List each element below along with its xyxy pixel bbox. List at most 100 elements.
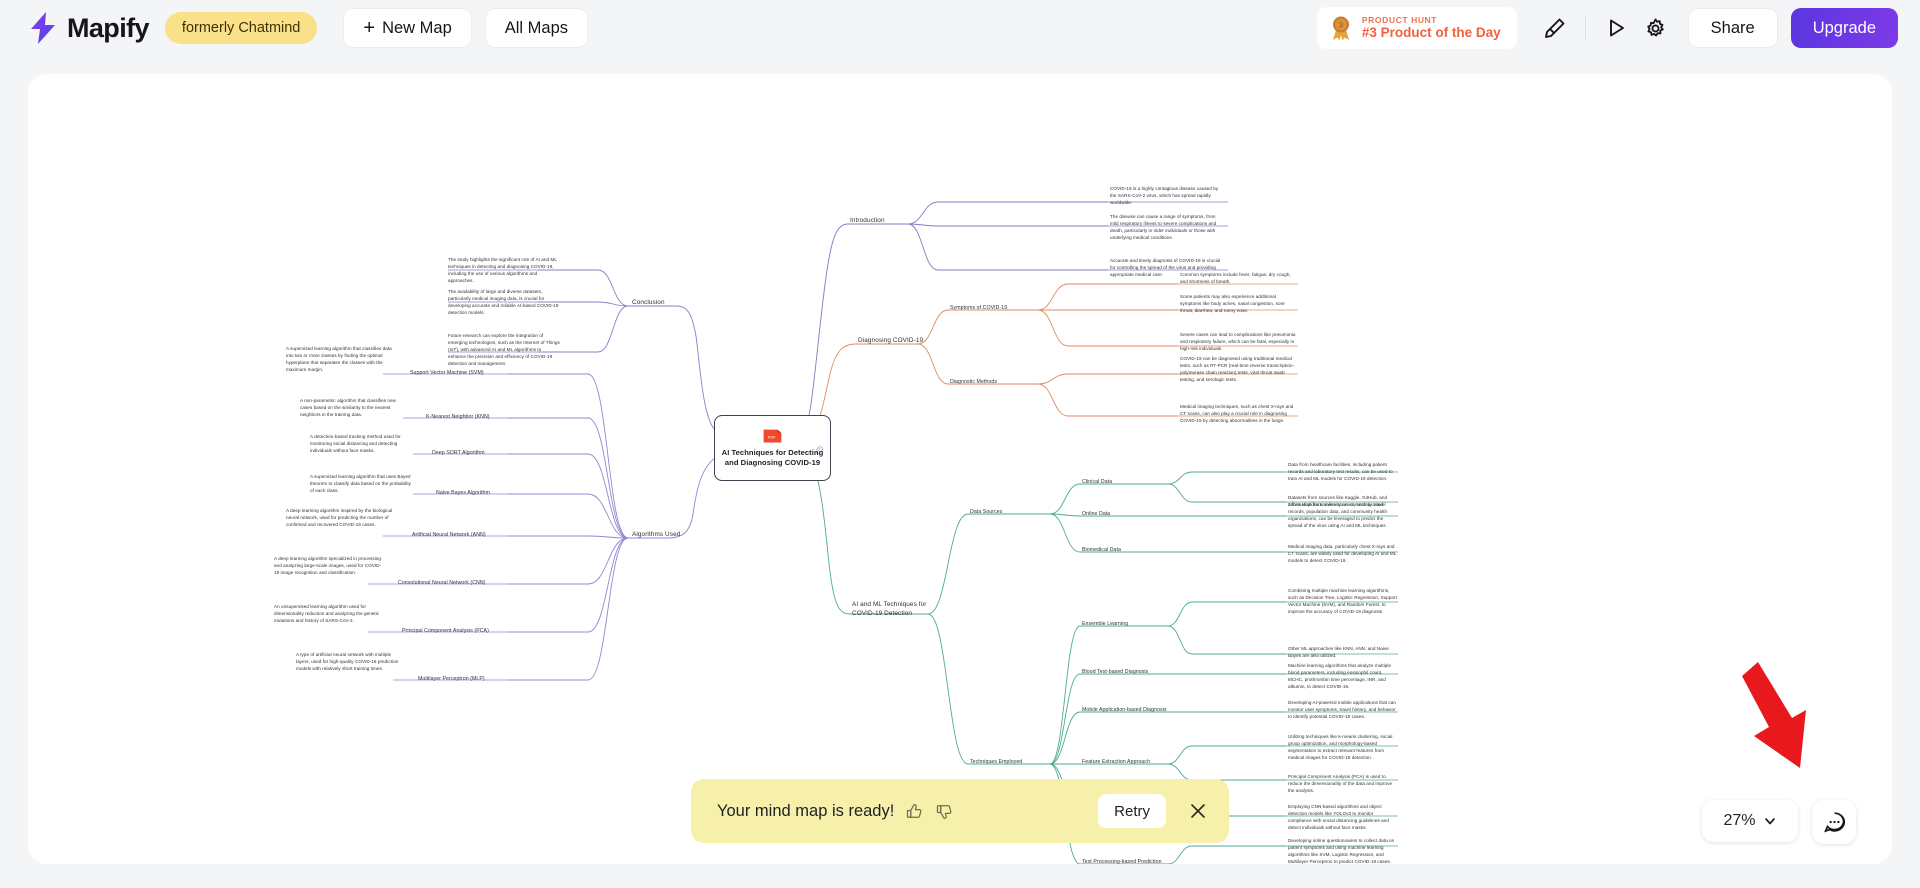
branch-label-introduction[interactable]: Introduction bbox=[850, 217, 885, 224]
highlighter-icon bbox=[1544, 18, 1565, 38]
pdf-file-icon: PDF bbox=[763, 429, 782, 443]
leaf-node[interactable]: The disease can cause a range of symptom… bbox=[1110, 214, 1225, 242]
sublabel-techniques-employed[interactable]: Techniques Employed bbox=[970, 759, 1022, 765]
sublabel-diagnostic-methods[interactable]: Diagnostic Methods bbox=[950, 379, 997, 385]
product-hunt-badge[interactable]: 3 PRODUCT HUNT #3 Product of the Day bbox=[1316, 7, 1517, 49]
brand-logo[interactable]: Mapify bbox=[28, 11, 150, 45]
algorithm-name[interactable]: Convolutional Neural Network (CNN) bbox=[398, 580, 485, 586]
chevron-down-icon bbox=[1764, 818, 1775, 825]
share-button[interactable]: Share bbox=[1687, 8, 1778, 48]
branch-label-ai-ml[interactable]: AI and ML Techniques for COVID-19 Detect… bbox=[852, 601, 944, 618]
all-maps-button[interactable]: All Maps bbox=[484, 8, 589, 48]
root-title: AI Techniques for Detecting and Diagnosi… bbox=[721, 447, 824, 467]
sublabel-ensemble-learning[interactable]: Ensemble Learning bbox=[1082, 621, 1128, 627]
leaf-node[interactable]: Machine learning algorithms that analyze… bbox=[1288, 663, 1398, 691]
gear-icon bbox=[1647, 17, 1664, 36]
sublabel-blood-test[interactable]: Blood Test-based Diagnosis bbox=[1082, 669, 1148, 675]
product-hunt-kicker: PRODUCT HUNT bbox=[1361, 14, 1438, 25]
retry-label: Retry bbox=[1114, 802, 1150, 820]
sublabel-feature-extraction[interactable]: Feature Extraction Approach bbox=[1082, 759, 1150, 765]
leaf-node[interactable]: The availability of large and diverse da… bbox=[448, 289, 560, 317]
medal-icon: 3 bbox=[1332, 16, 1349, 41]
new-map-label: New Map bbox=[382, 18, 452, 37]
algorithm-name[interactable]: Support Vector Machine (SVM) bbox=[410, 370, 484, 376]
settings-button[interactable] bbox=[1636, 8, 1676, 48]
algorithm-name[interactable]: Principal Component Analysis (PCA) bbox=[402, 628, 489, 634]
svg-text:PDF: PDF bbox=[768, 435, 777, 440]
mindmap-connectors bbox=[368, 201, 1398, 864]
chat-bubble-icon bbox=[1823, 811, 1845, 832]
upgrade-label: Upgrade bbox=[1812, 18, 1876, 37]
algorithm-description[interactable]: A supervised learning algorithm that cla… bbox=[286, 346, 396, 374]
branch-label-diagnosing[interactable]: Diagnosing COVID-19 bbox=[858, 337, 923, 344]
leaf-node[interactable]: Utilizing techniques like k-means cluste… bbox=[1288, 734, 1398, 762]
app-header: Mapify formerly Chatmind + New Map All M… bbox=[0, 0, 1920, 56]
chat-button[interactable] bbox=[1812, 800, 1856, 844]
sublabel-biomedical-data[interactable]: Biomedical Data bbox=[1082, 547, 1121, 553]
algorithm-name[interactable]: K-Nearest Neighbor (KNN) bbox=[426, 414, 490, 420]
leaf-node[interactable]: Some patients may also experience additi… bbox=[1180, 294, 1298, 315]
header-divider bbox=[1584, 16, 1586, 40]
sublabel-symptoms[interactable]: Symptoms of COVID-19 bbox=[950, 305, 1007, 311]
algorithm-description[interactable]: A non-parametric algorithm that classifi… bbox=[300, 398, 408, 419]
present-button[interactable] bbox=[1596, 8, 1636, 48]
share-label: Share bbox=[1710, 18, 1755, 37]
mindmap-layer: PDF AI Techniques for Detecting and Diag… bbox=[28, 74, 1892, 864]
all-maps-label: All Maps bbox=[504, 18, 569, 37]
leaf-node[interactable]: The study highlights the significant rol… bbox=[448, 257, 560, 285]
formerly-chatmind-badge: formerly Chatmind bbox=[164, 12, 318, 44]
retry-button[interactable]: Retry bbox=[1098, 794, 1166, 828]
algorithm-description[interactable]: A deep learning algorithm inspired by th… bbox=[286, 508, 396, 529]
leaf-node[interactable]: Data from healthcare facilities, includi… bbox=[1288, 462, 1398, 483]
zoom-level-control[interactable]: 27% bbox=[1702, 800, 1798, 842]
leaf-node[interactable]: COVID-19 is a highly contagious disease … bbox=[1110, 186, 1225, 207]
sublabel-clinical-data[interactable]: Clinical Data bbox=[1082, 479, 1112, 485]
paperclip-icon[interactable] bbox=[814, 446, 823, 455]
sublabel-data-sources[interactable]: Data Sources bbox=[970, 509, 1002, 515]
leaf-node[interactable]: COVID-19 can be diagnosed using traditio… bbox=[1180, 356, 1298, 384]
branch-label-algorithms[interactable]: Algorithms Used bbox=[632, 531, 680, 538]
play-icon bbox=[1609, 19, 1624, 37]
leaf-node[interactable]: Employing CNN-based algorithms and objec… bbox=[1288, 804, 1398, 832]
plus-icon: + bbox=[363, 17, 376, 39]
leaf-node[interactable]: Developing AI-powered mobile application… bbox=[1288, 700, 1398, 721]
leaf-node[interactable]: Principal Component Analysis (PCA) is us… bbox=[1288, 774, 1398, 795]
leaf-node[interactable]: Common symptoms include fever, fatigue, … bbox=[1180, 272, 1298, 286]
thumbs-up-icon[interactable] bbox=[905, 802, 924, 821]
product-hunt-title: #3 Product of the Day bbox=[1361, 25, 1501, 41]
brand-name: Mapify bbox=[67, 12, 150, 43]
sublabel-online-data[interactable]: Online Data bbox=[1082, 511, 1110, 517]
upgrade-button[interactable]: Upgrade bbox=[1790, 8, 1898, 48]
algorithm-name[interactable]: Deep SORT Algorithm bbox=[432, 450, 485, 456]
highlighter-button[interactable] bbox=[1535, 8, 1575, 48]
algorithm-description[interactable]: An unsupervised learning algorithm used … bbox=[274, 604, 384, 625]
algorithm-name[interactable]: Artificial Neural Network (ANN) bbox=[412, 532, 486, 538]
svg-text:3: 3 bbox=[1339, 23, 1343, 30]
sublabel-mobile-app[interactable]: Mobile Application-based Diagnosis bbox=[1082, 707, 1167, 713]
sublabel-text-processing[interactable]: Text Processing-based Prediction bbox=[1082, 859, 1162, 864]
lightning-bolt-icon bbox=[31, 12, 55, 44]
mindmap-root-node[interactable]: PDF AI Techniques for Detecting and Diag… bbox=[714, 415, 831, 481]
algorithm-description[interactable]: A type of artificial neural network with… bbox=[296, 652, 404, 673]
toast-message: Your mind map is ready! bbox=[717, 801, 895, 820]
algorithm-description[interactable]: A deep learning algorithm specialized in… bbox=[274, 556, 384, 577]
mindmap-ready-toast: Your mind map is ready! Retry bbox=[691, 779, 1229, 843]
mindmap-canvas[interactable]: PDF AI Techniques for Detecting and Diag… bbox=[28, 74, 1892, 864]
zoom-level-value: 27% bbox=[1723, 812, 1756, 829]
algorithm-name[interactable]: Multilayer Perceptron (MLP) bbox=[418, 676, 485, 682]
new-map-button[interactable]: + New Map bbox=[343, 8, 472, 48]
leaf-node[interactable]: Information from online sources, such as… bbox=[1288, 502, 1398, 530]
leaf-node[interactable]: Developing online questionnaires to coll… bbox=[1288, 838, 1398, 864]
algorithm-name[interactable]: Naive Bayes Algorithm bbox=[436, 490, 490, 496]
algorithm-description[interactable]: A supervised learning algorithm that use… bbox=[310, 474, 416, 495]
leaf-node[interactable]: Medical imaging data, particularly chest… bbox=[1288, 544, 1398, 565]
branch-label-conclusion[interactable]: Conclusion bbox=[632, 299, 665, 306]
close-icon[interactable] bbox=[1187, 800, 1209, 822]
leaf-node[interactable]: Other ML approaches like KNN, ANN, and N… bbox=[1288, 646, 1398, 660]
leaf-node[interactable]: Combining multiple machine learning algo… bbox=[1288, 588, 1398, 616]
leaf-node[interactable]: Future research can explore the integrat… bbox=[448, 333, 560, 367]
algorithm-description[interactable]: A detection-based tracking method used f… bbox=[310, 434, 416, 455]
thumbs-down-icon[interactable] bbox=[935, 802, 954, 821]
leaf-node[interactable]: Severe cases can lead to complications l… bbox=[1180, 332, 1298, 353]
leaf-node[interactable]: Medical imaging techniques, such as ches… bbox=[1180, 404, 1298, 425]
